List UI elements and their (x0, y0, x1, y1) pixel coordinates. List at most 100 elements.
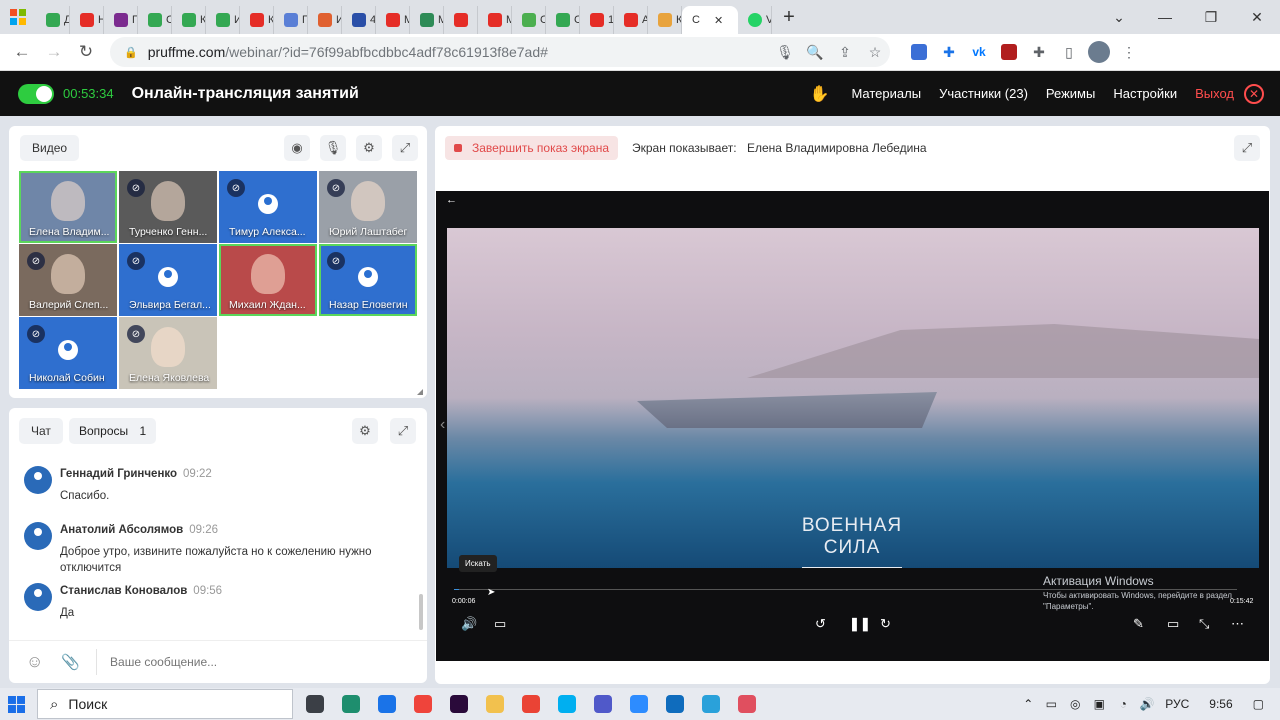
vk-icon[interactable]: vk (964, 37, 994, 67)
browser-tab[interactable]: М (478, 6, 512, 34)
outlook-icon[interactable] (657, 688, 693, 720)
browser-tab[interactable]: Д (36, 6, 70, 34)
share-expand-icon[interactable]: ⤢ (1234, 135, 1260, 161)
camera-icon[interactable]: ◉ (284, 135, 310, 161)
browser-tab[interactable]: Н (70, 6, 104, 34)
pause-icon[interactable]: ❚❚ (849, 616, 871, 632)
participant-tile[interactable]: ⊘ Эльвира Бегал... (119, 244, 217, 316)
chat-settings-gear-icon[interactable]: ⚙ (352, 418, 378, 444)
extensions-puzzle-icon[interactable]: ✚ (934, 37, 964, 67)
participant-tile[interactable]: ⊘ Николай Собин (19, 317, 117, 389)
browser-tab[interactable]: С (138, 6, 172, 34)
video-back-icon[interactable]: ← (446, 194, 457, 206)
miniplayer-icon[interactable]: ▭ (1167, 616, 1179, 632)
more-options-icon[interactable]: ⋯ (1231, 616, 1244, 632)
minimize-button[interactable]: — (1142, 0, 1188, 34)
participant-tile[interactable]: ⊘ Юрий Лаштабег (319, 171, 417, 243)
new-tab-button[interactable]: + (772, 0, 806, 34)
expand-icon[interactable]: ⤢ (392, 135, 418, 161)
battery-icon[interactable]: ▭ (1039, 697, 1063, 711)
chrome-icon[interactable] (513, 688, 549, 720)
browser-tab[interactable]: V (738, 6, 772, 34)
browser-tab[interactable]: И (206, 6, 240, 34)
lock-icon[interactable]: 🔒 (124, 46, 138, 59)
skype-icon[interactable] (549, 688, 585, 720)
snip-icon[interactable] (729, 688, 765, 720)
telegram-icon[interactable] (693, 688, 729, 720)
browser-tab[interactable]: П (274, 6, 308, 34)
close-window-button[interactable]: ✕ (1234, 0, 1280, 34)
browser-tab[interactable]: С (512, 6, 546, 34)
video-settings-gear-icon[interactable]: ⚙ (356, 135, 382, 161)
bookmark-star-icon[interactable]: ☆ (860, 37, 890, 67)
browser-tab[interactable]: С (546, 6, 580, 34)
share-icon[interactable]: ⇪ (830, 37, 860, 67)
address-bar[interactable]: 🔒 pruffme.com/webinar/?id=76f99abfbcdbbc… (110, 37, 890, 67)
extensions-menu-icon[interactable]: ✚ (1024, 37, 1054, 67)
start-button[interactable] (8, 696, 25, 716)
nav-settings[interactable]: Настройки (1113, 86, 1177, 101)
tray-app2-icon[interactable]: ▣ (1087, 697, 1111, 711)
browser-tab[interactable]: К (172, 6, 206, 34)
raise-hand-icon[interactable]: ✋ (810, 84, 830, 104)
edge-icon[interactable] (333, 688, 369, 720)
browser-tab[interactable]: П (104, 6, 138, 34)
stop-share-button[interactable]: Завершить показ экрана (445, 136, 619, 160)
volume-icon[interactable]: 🔊 (461, 616, 477, 632)
nav-materials[interactable]: Материалы (851, 86, 921, 101)
clock[interactable]: 9:56 (1209, 697, 1232, 711)
notifications-icon[interactable]: ▢ (1253, 697, 1264, 711)
browser-tab[interactable]: К (648, 6, 682, 34)
nav-participants[interactable]: Участники (23) (939, 86, 1028, 101)
nav-modes[interactable]: Режимы (1046, 86, 1095, 101)
browser-tab[interactable]: И (308, 6, 342, 34)
broadcast-toggle[interactable] (18, 83, 54, 104)
exit-button[interactable]: Выход (1195, 86, 1234, 101)
premiere-icon[interactable] (441, 688, 477, 720)
tab-questions[interactable]: Вопросы 1 (69, 418, 157, 444)
explorer-icon[interactable] (477, 688, 513, 720)
browser-tab[interactable]: М (410, 6, 444, 34)
reload-button[interactable]: ↻ (70, 36, 102, 68)
participant-tile[interactable]: ⊘ Турченко Генн... (119, 171, 217, 243)
teams-icon[interactable] (585, 688, 621, 720)
back-button[interactable]: ← (6, 36, 38, 68)
chat-message-input[interactable] (110, 655, 401, 669)
extension-ublock-icon[interactable] (994, 37, 1024, 67)
browser-tab[interactable]: 4 (342, 6, 376, 34)
exit-close-icon[interactable]: ✕ (1244, 83, 1264, 104)
windows-start-icon[interactable] (0, 0, 36, 34)
emoji-icon[interactable]: ☺ (26, 652, 43, 672)
microphone-toggle-icon[interactable]: 🎙 (320, 135, 346, 161)
video-label[interactable]: Видео (20, 135, 80, 161)
participant-tile[interactable]: Елена Владим... (19, 171, 117, 243)
prev-slide-icon[interactable]: ‹ (440, 416, 445, 434)
participant-tile[interactable]: ⊘ Елена Яковлева (119, 317, 217, 389)
restore-button[interactable]: ❐ (1188, 0, 1234, 34)
extension-save-icon[interactable] (904, 37, 934, 67)
resize-handle-icon[interactable] (417, 389, 423, 395)
tray-volume-icon[interactable]: 🔊 (1135, 697, 1159, 711)
active-tab[interactable]: С ✕ (682, 6, 738, 34)
language-indicator[interactable]: РУС (1165, 697, 1189, 711)
rewind-10-icon[interactable]: ↺ (815, 616, 826, 632)
attach-icon[interactable]: 📎 (61, 653, 80, 671)
zoom-icon[interactable] (621, 688, 657, 720)
tab-chat[interactable]: Чат (19, 418, 63, 444)
browser-tab[interactable]: 1 (580, 6, 614, 34)
tray-app-icon[interactable]: ◎ (1063, 697, 1087, 711)
browser-tab[interactable] (444, 6, 478, 34)
tab-search-icon[interactable]: ⌄ (1096, 0, 1142, 34)
browser-menu-icon[interactable]: ⋮ (1114, 37, 1144, 67)
profile-avatar[interactable] (1084, 37, 1114, 67)
task-view-icon[interactable] (297, 688, 333, 720)
browser-tab[interactable]: К (240, 6, 274, 34)
pen-icon[interactable]: ✎ (1133, 616, 1144, 632)
captions-icon[interactable]: ▭ (494, 616, 506, 632)
browser-tab[interactable]: А (614, 6, 648, 34)
network-icon[interactable]: ◔ (1111, 697, 1135, 711)
anydesk-icon[interactable] (405, 688, 441, 720)
microphone-icon[interactable]: 🎙 (770, 37, 800, 67)
exit-fullscreen-icon[interactable]: ⤡ (1199, 616, 1209, 632)
participant-tile[interactable]: ⊘ Валерий Слеп... (19, 244, 117, 316)
